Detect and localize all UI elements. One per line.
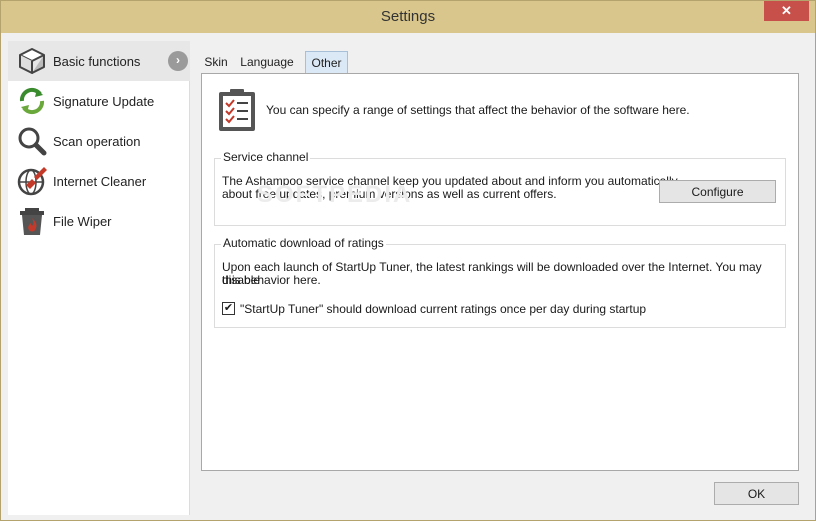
download-ratings-label[interactable]: "StartUp Tuner" should download current … (240, 302, 646, 316)
tab-language[interactable]: Language (239, 51, 295, 73)
title-bar[interactable]: Settings ✕ (1, 1, 815, 33)
ok-button[interactable]: OK (714, 482, 799, 505)
group-title: Automatic download of ratings (221, 236, 386, 250)
sidebar-item-internet-cleaner[interactable]: Internet Cleaner (8, 161, 190, 201)
box-icon (19, 48, 45, 74)
tab-other[interactable]: Other (305, 51, 348, 73)
magnifier-icon (18, 127, 47, 156)
refresh-icon (19, 87, 45, 115)
sidebar-item-file-wiper[interactable]: File Wiper (8, 201, 190, 241)
group-title: Service channel (221, 150, 311, 164)
watermark: SOFTPEDIA (257, 181, 413, 208)
download-ratings-checkbox[interactable]: ✔ (222, 302, 235, 315)
settings-panel: You can specify a range of settings that… (201, 73, 799, 471)
sidebar-item-label: Internet Cleaner (53, 173, 147, 189)
sidebar: Basic functions › Signature Update Scan … (8, 41, 190, 515)
settings-window: Settings ✕ Basic functions › Signature U… (0, 0, 816, 521)
configure-button[interactable]: Configure (659, 180, 776, 203)
chevron-right-icon: › (168, 51, 188, 71)
intro-description: You can specify a range of settings that… (266, 103, 690, 117)
globe-broom-icon (17, 167, 47, 196)
sidebar-item-scan-operation[interactable]: Scan operation (8, 121, 190, 161)
close-button[interactable]: ✕ (764, 1, 809, 21)
ratings-text-line2: this behavior here. (222, 273, 321, 287)
sidebar-item-label: Scan operation (53, 133, 141, 149)
client-area: Basic functions › Signature Update Scan … (8, 33, 809, 515)
tab-skin[interactable]: Skin (201, 51, 231, 73)
sidebar-item-basic-functions[interactable]: Basic functions › (8, 41, 190, 81)
sidebar-item-label: Signature Update (53, 93, 155, 109)
trash-fire-icon (20, 208, 44, 235)
sidebar-item-signature-update[interactable]: Signature Update (8, 81, 190, 121)
checklist-icon (219, 89, 255, 131)
window-title: Settings (380, 8, 436, 25)
sidebar-item-label: File Wiper (53, 213, 112, 229)
ratings-group: Automatic download of ratings Upon each … (214, 236, 786, 328)
sidebar-item-label: Basic functions (53, 53, 141, 69)
